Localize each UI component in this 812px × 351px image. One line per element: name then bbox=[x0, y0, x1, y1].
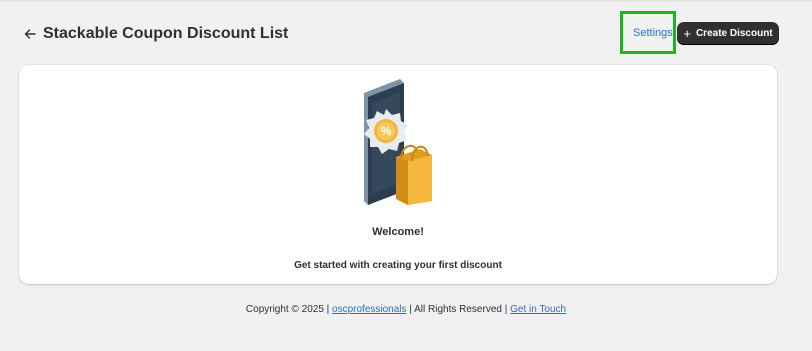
coupon-phone-shopping-bag-icon: % bbox=[364, 79, 432, 205]
copyright-text: Copyright © 2025 | bbox=[245, 304, 330, 315]
rights-text: | All Rights Reserved | bbox=[409, 304, 508, 315]
percent-symbol: % bbox=[381, 124, 392, 138]
top-divider bbox=[0, 0, 812, 2]
get-in-touch-link[interactable]: Get in Touch bbox=[510, 304, 566, 315]
empty-state-card: % Welcome! Get started with creating you… bbox=[19, 65, 777, 284]
welcome-heading: Welcome! bbox=[372, 226, 424, 238]
create-discount-button[interactable]: + Create Discount bbox=[677, 22, 779, 45]
page-header: Stackable Coupon Discount List Settings … bbox=[20, 11, 780, 54]
back-button[interactable] bbox=[20, 24, 40, 44]
page: Stackable Coupon Discount List Settings … bbox=[0, 0, 812, 351]
footer: Copyright © 2025 | oscprofessionals | Al… bbox=[0, 304, 812, 315]
create-discount-label: Create Discount bbox=[695, 28, 773, 39]
empty-state-message: Get started with creating your first dis… bbox=[294, 260, 502, 271]
page-title: Stackable Coupon Discount List bbox=[43, 25, 289, 42]
arrow-left-icon bbox=[24, 29, 36, 39]
settings-link[interactable]: Settings bbox=[633, 27, 673, 39]
company-link[interactable]: oscprofessionals bbox=[332, 304, 406, 315]
plus-icon: + bbox=[683, 26, 691, 41]
